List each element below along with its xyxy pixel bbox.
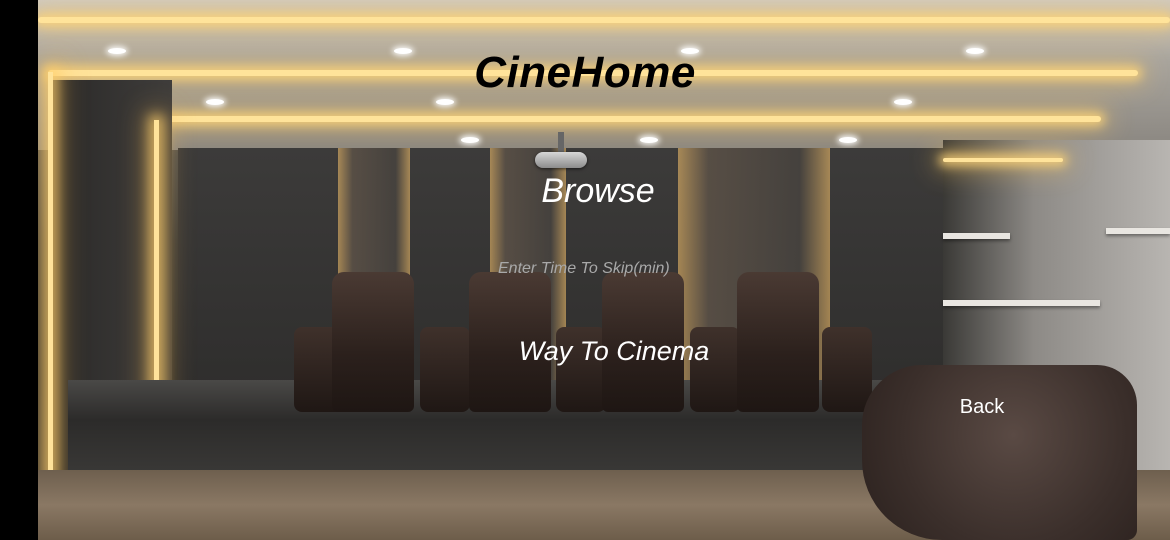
ceiling-spotlight — [461, 137, 479, 143]
projector-mount — [558, 132, 564, 154]
ceiling-spotlight — [894, 99, 912, 105]
ceiling-spotlight — [640, 137, 658, 143]
wall-shelf — [943, 300, 1100, 306]
ceiling-light-strip — [156, 116, 1101, 122]
shelf-light-strip — [943, 158, 1063, 162]
ceiling-spotlight — [206, 99, 224, 105]
browse-button[interactable]: Browse — [0, 172, 1170, 211]
app-title: CineHome — [474, 48, 696, 97]
skip-time-input[interactable] — [498, 256, 708, 282]
projector-icon — [535, 152, 587, 168]
screen: CineHome Browse Way To Cinema Back — [0, 0, 1170, 540]
wall-light-strip — [48, 72, 53, 482]
chaise-lounge — [862, 365, 1137, 540]
ceiling-light-strip — [38, 17, 1170, 23]
back-button[interactable]: Back — [948, 396, 1016, 422]
wall-shelf — [943, 233, 1010, 239]
ceiling-spotlight — [839, 137, 857, 143]
way-to-cinema-button[interactable]: Way To Cinema — [0, 336, 1170, 367]
wall-shelf — [1106, 228, 1170, 234]
ceiling-spotlight — [436, 99, 454, 105]
